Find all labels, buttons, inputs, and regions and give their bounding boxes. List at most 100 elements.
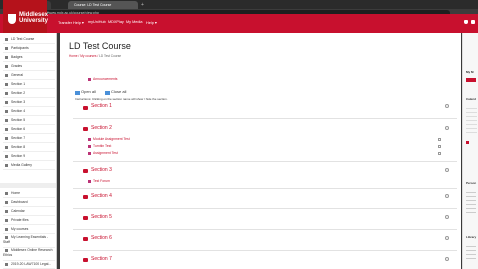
section-divider — [73, 161, 457, 162]
section-title[interactable]: Section 6 — [91, 235, 112, 241]
sidebar-item-section[interactable]: Section 5 — [3, 116, 55, 125]
folder-icon — [5, 82, 8, 86]
nav-item[interactable]: Help ▾ — [146, 20, 157, 25]
block-content — [466, 189, 476, 215]
section-settings-icon[interactable] — [445, 104, 449, 108]
breadcrumb-home[interactable]: Home — [69, 54, 78, 58]
sidebar-item-grades[interactable]: Grades — [3, 62, 55, 71]
close-all-link[interactable]: Close all — [111, 89, 126, 94]
folder-icon — [5, 91, 8, 95]
grades-icon — [5, 64, 8, 68]
sidebar-item-section[interactable]: Section 9 — [3, 152, 55, 161]
sidebar-item-general[interactable]: General — [3, 71, 55, 80]
messages-icon[interactable] — [471, 20, 475, 24]
sidebar-item-course-link[interactable]: 2019-20 LAW7100 Legal... — [3, 260, 55, 269]
chevron-down-icon — [83, 216, 88, 220]
forum-icon — [88, 77, 91, 81]
activity-turnitin[interactable]: Turnitin Test — [88, 144, 111, 148]
sidebar-item-badges[interactable]: Badges — [3, 53, 55, 62]
sidebar-item-section[interactable]: Section 4 — [3, 107, 55, 116]
notification-bell-icon[interactable] — [464, 20, 468, 24]
section-title[interactable]: Section 4 — [91, 193, 112, 199]
sidebar-item-section[interactable]: Section 3 — [3, 98, 55, 107]
block-content — [466, 243, 476, 261]
section-title[interactable]: Section 1 — [91, 103, 112, 109]
completion-checkbox[interactable] — [438, 138, 441, 141]
section-settings-icon[interactable] — [445, 168, 449, 172]
browser-tab-active[interactable]: Course: LD Test Course — [68, 1, 138, 9]
sidebar-item-course[interactable]: LD Test Course — [3, 35, 55, 44]
folder-icon — [5, 100, 8, 104]
browser-tab-bar: Middlesex Univers... Course: LD Test Cou… — [0, 0, 478, 9]
instructions-text: Instructions: Clicking on the section na… — [75, 97, 168, 101]
chevron-down-icon — [83, 169, 88, 173]
calendar-grid[interactable] — [466, 105, 477, 135]
sidebar-item-calendar[interactable]: Calendar — [3, 207, 55, 216]
sidebar-item-course-link[interactable]: My Learning Essentials - Staff — [3, 234, 55, 248]
sidebar-item-media-gallery[interactable]: Media Gallery — [3, 161, 55, 170]
completion-checkbox[interactable] — [438, 152, 441, 155]
section-title[interactable]: Section 7 — [91, 256, 112, 262]
course-sidebar: LD Test Course Participants Badges Grade… — [0, 33, 57, 269]
sidebar-item-section[interactable]: Section 8 — [3, 143, 55, 152]
section-title[interactable]: Section 2 — [91, 125, 112, 131]
activity-assignment[interactable]: Module Assignment Test — [88, 137, 130, 141]
open-all-link[interactable]: Open all — [81, 89, 96, 94]
block-title: Calend — [466, 97, 477, 101]
expand-all-icon — [75, 91, 80, 95]
sidebar-item-private-files[interactable]: Private files — [3, 216, 55, 225]
nav-item[interactable]: My Media — [126, 20, 142, 24]
completion-checkbox[interactable] — [438, 145, 441, 148]
folder-icon — [5, 154, 8, 158]
folder-icon — [5, 127, 8, 131]
sidebar-item-home[interactable]: Home — [3, 189, 55, 198]
sidebar-item-section[interactable]: Section 1 — [3, 80, 55, 89]
calendar-event-marker — [466, 141, 469, 144]
sidebar-item-dashboard[interactable]: Dashboard — [3, 198, 55, 207]
breadcrumb: Home / My courses / LD Test Course — [69, 54, 122, 58]
section-settings-icon[interactable] — [445, 215, 449, 219]
sidebar-item-participants[interactable]: Participants — [3, 44, 55, 53]
section-title[interactable]: Section 5 — [91, 214, 112, 220]
block-title: My M — [466, 70, 474, 74]
folder-icon — [5, 136, 8, 140]
activity-assignment[interactable]: Assignment Test — [88, 151, 118, 155]
sidebar-item-section[interactable]: Section 2 — [3, 89, 55, 98]
sidebar-divider — [0, 183, 56, 188]
section-divider — [73, 208, 457, 209]
forum-icon — [88, 179, 91, 183]
new-tab-button[interactable]: + — [141, 1, 144, 9]
course-icon — [5, 37, 8, 41]
section-settings-icon[interactable] — [445, 126, 449, 130]
section-settings-icon[interactable] — [445, 194, 449, 198]
section-settings-icon[interactable] — [445, 236, 449, 240]
section-settings-icon[interactable] — [445, 257, 449, 261]
users-icon — [5, 46, 8, 50]
nav-item[interactable]: Transfer Help ▾ — [58, 20, 84, 25]
shield-icon — [8, 14, 16, 24]
block-accent — [466, 78, 476, 82]
main-region: LD Test Course Home / My courses / LD Te… — [60, 33, 461, 269]
university-logo[interactable]: Middlesex University — [3, 0, 48, 33]
breadcrumb-current: LD Test Course — [99, 54, 122, 58]
file-icon — [5, 218, 8, 222]
collapse-all-icon — [105, 91, 110, 95]
block-title: Library — [466, 235, 477, 239]
section-title[interactable]: Section 3 — [91, 167, 112, 173]
activity-announcements[interactable]: Announcements — [88, 77, 118, 81]
home-icon — [5, 191, 8, 195]
nav-item[interactable]: myUniHub — [88, 20, 106, 24]
block-title: Person — [466, 181, 477, 185]
turnitin-icon — [88, 144, 91, 148]
sidebar-item-section[interactable]: Section 7 — [3, 134, 55, 143]
course-icon — [5, 235, 8, 239]
sidebar-item-my-courses[interactable]: My courses — [3, 225, 55, 234]
breadcrumb-my-courses[interactable]: My courses — [80, 54, 96, 58]
course-icon — [5, 248, 8, 252]
course-content: Announcements Open all Close all Instruc… — [69, 62, 459, 269]
nav-item[interactable]: MDXPlay — [108, 20, 124, 24]
chevron-down-icon — [83, 106, 88, 110]
sidebar-item-course-link[interactable]: Middlesex Online Research Ethics — [3, 247, 55, 261]
sidebar-item-section[interactable]: Section 6 — [3, 125, 55, 134]
activity-forum[interactable]: Test Forum — [88, 179, 110, 183]
